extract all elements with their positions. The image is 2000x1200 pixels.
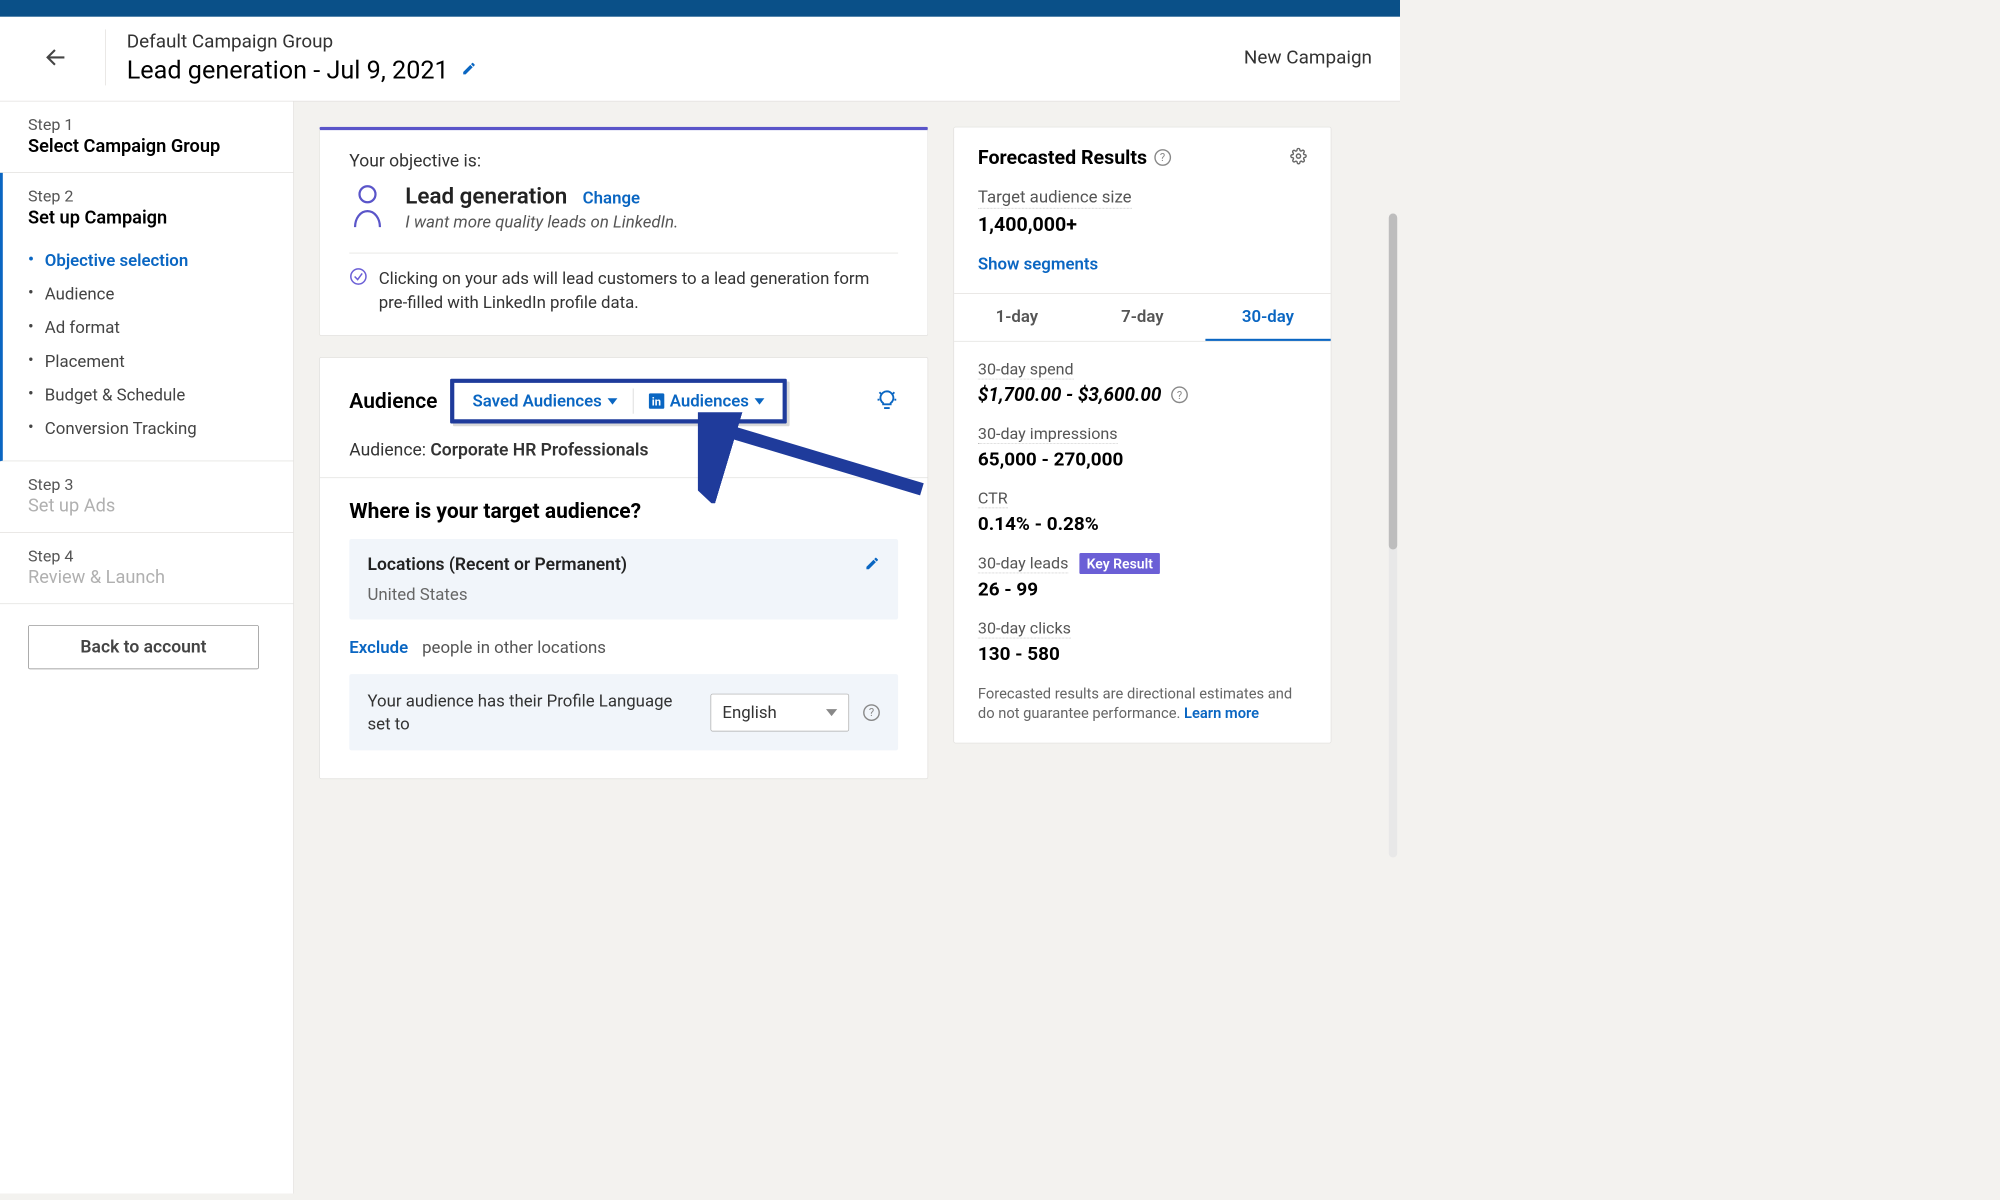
substep-budget-schedule[interactable]: Budget & Schedule (28, 378, 265, 412)
page-header: Default Campaign Group Lead generation -… (0, 17, 1400, 102)
objective-note: Clicking on your ads will lead customers… (379, 267, 898, 314)
audience-card: Audience Saved Audiences in Audiences (319, 357, 928, 779)
forecast-tabs: 1-day 7-day 30-day (954, 293, 1331, 341)
metric-value: 65,000 - 270,000 (978, 448, 1123, 470)
metric-value: $1,700.00 - $3,600.00 (978, 384, 1161, 406)
campaign-group-label: Default Campaign Group (127, 30, 477, 52)
tab-1day[interactable]: 1-day (954, 294, 1080, 341)
metric-clicks: 30-day clicks 130 - 580 (978, 619, 1307, 665)
edit-locations-icon[interactable] (865, 556, 880, 574)
metric-label: CTR (978, 489, 1008, 509)
change-objective-link[interactable]: Change (583, 188, 640, 208)
substep-conversion-tracking[interactable]: Conversion Tracking (28, 412, 265, 446)
exclude-link[interactable]: Exclude (349, 638, 408, 658)
step-label: Step 2 (28, 187, 265, 206)
tab-7day[interactable]: 7-day (1080, 294, 1206, 341)
step-title: Set up Ads (28, 496, 265, 517)
step-4[interactable]: Step 4 Review & Launch (0, 533, 293, 604)
new-campaign-label: New Campaign (1244, 46, 1372, 68)
gear-icon[interactable] (1290, 147, 1307, 167)
objective-title: Lead generation (405, 183, 567, 210)
audience-heading: Audience (349, 389, 437, 414)
language-value: English (722, 703, 776, 723)
back-arrow-button[interactable] (28, 45, 84, 70)
step-2[interactable]: Step 2 Set up Campaign Objective selecti… (0, 173, 293, 461)
help-icon[interactable]: ? (863, 704, 880, 721)
top-bar (0, 0, 1400, 17)
locations-card: Locations (Recent or Permanent) United S… (349, 539, 898, 620)
step-title: Review & Launch (28, 567, 265, 588)
caret-down-icon (755, 398, 765, 404)
forecast-title: Forecasted Results (978, 146, 1147, 169)
check-circle-icon (349, 267, 367, 314)
metric-value: 26 - 99 (978, 578, 1038, 600)
metric-impressions: 30-day impressions 65,000 - 270,000 (978, 424, 1307, 470)
person-icon (349, 183, 385, 232)
target-audience-label: Target audience size (978, 187, 1132, 209)
caret-down-icon (607, 398, 617, 404)
step-label: Step 3 (28, 475, 265, 494)
metric-label: 30-day impressions (978, 424, 1118, 444)
language-text: Your audience has their Profile Language… (368, 690, 697, 735)
metric-leads: 30-day leads Key Result 26 - 99 (978, 553, 1307, 601)
audiences-label: Audiences (670, 391, 749, 411)
metric-label: 30-day clicks (978, 619, 1071, 639)
language-select[interactable]: English (711, 693, 850, 731)
help-icon[interactable]: ? (1154, 149, 1171, 166)
metric-value: 130 - 580 (978, 643, 1060, 665)
learn-more-link[interactable]: Learn more (1184, 706, 1259, 723)
forecast-panel: Forecasted Results ? Target audience siz… (953, 127, 1331, 743)
objective-subtitle: I want more quality leads on LinkedIn. (405, 212, 678, 232)
saved-audiences-label: Saved Audiences (472, 391, 601, 411)
objective-card: Your objective is: Lead generation Chang… (319, 127, 928, 336)
objective-intro: Your objective is: (349, 151, 898, 171)
current-audience-name: Corporate HR Professionals (430, 440, 648, 460)
step-label: Step 4 (28, 547, 265, 566)
saved-audiences-dropdown[interactable]: Saved Audiences (461, 387, 628, 415)
back-to-account-button[interactable]: Back to account (28, 625, 259, 669)
exclude-text: people in other locations (422, 638, 606, 658)
metric-spend: 30-day spend $1,700.00 - $3,600.00 ? (978, 360, 1307, 406)
step-title: Select Campaign Group (28, 136, 265, 157)
metric-value: 0.14% - 0.28% (978, 512, 1099, 534)
edit-title-icon[interactable] (461, 61, 476, 79)
locations-value: United States (368, 585, 880, 605)
caret-down-icon (826, 709, 837, 716)
divider (105, 29, 106, 85)
metric-label: 30-day leads (978, 554, 1068, 574)
step-label: Step 1 (28, 116, 265, 135)
language-card: Your audience has their Profile Language… (349, 674, 898, 750)
forecast-disclaimer: Forecasted results are directional estim… (978, 685, 1307, 725)
scroll-thumb[interactable] (1389, 214, 1397, 550)
show-segments-link[interactable]: Show segments (978, 254, 1307, 274)
substep-objective-selection[interactable]: Objective selection (28, 244, 265, 278)
tab-30day[interactable]: 30-day (1205, 294, 1331, 341)
step-title: Set up Campaign (28, 207, 265, 228)
current-audience-line: Audience: Corporate HR Professionals (349, 440, 898, 460)
target-audience-value: 1,400,000+ (978, 213, 1307, 236)
help-icon[interactable]: ? (1171, 386, 1188, 403)
current-audience-label: Audience: (349, 440, 426, 460)
metric-ctr: CTR 0.14% - 0.28% (978, 489, 1307, 535)
sidebar: Step 1 Select Campaign Group Step 2 Set … (0, 102, 294, 1194)
step-1[interactable]: Step 1 Select Campaign Group (0, 102, 293, 173)
metric-label: 30-day spend (978, 360, 1074, 380)
audiences-dropdown[interactable]: in Audiences (638, 387, 776, 415)
divider (633, 389, 634, 414)
campaign-title: Lead generation - Jul 9, 2021 (127, 55, 449, 84)
step-3[interactable]: Step 3 Set up Ads (0, 461, 293, 532)
scrollbar[interactable] (1389, 214, 1397, 858)
linkedin-icon: in (649, 394, 664, 409)
substep-ad-format[interactable]: Ad format (28, 311, 265, 345)
annotation-highlight-box: Saved Audiences in Audiences (450, 379, 787, 424)
where-heading: Where is your target audience? (349, 499, 898, 524)
substep-audience[interactable]: Audience (28, 277, 265, 311)
locations-label: Locations (Recent or Permanent) (368, 555, 627, 575)
lightbulb-icon[interactable] (876, 389, 898, 414)
key-result-badge: Key Result (1080, 553, 1160, 574)
substep-placement[interactable]: Placement (28, 344, 265, 378)
